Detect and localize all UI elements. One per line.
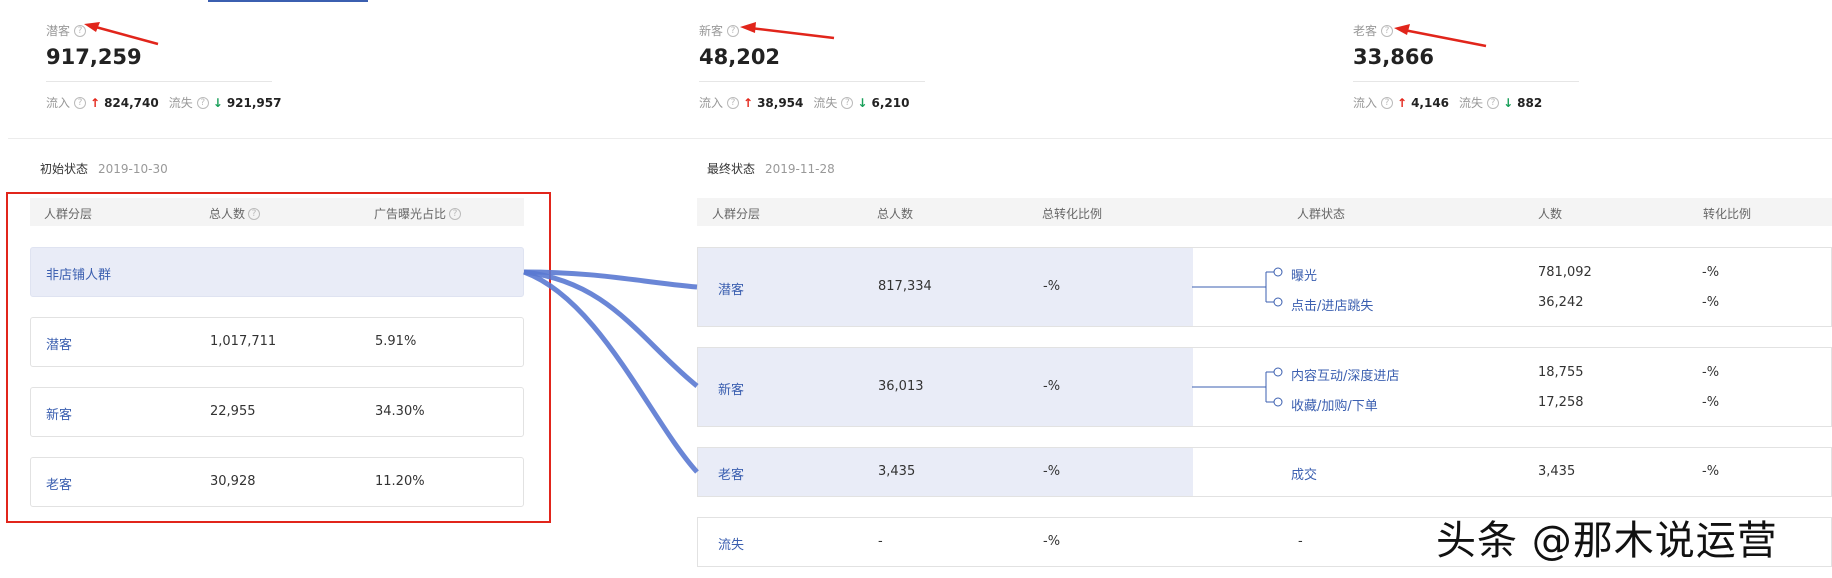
annotation-arrow <box>740 22 835 40</box>
watermark: 头条 @那木说运营 <box>1436 518 1778 564</box>
annotation-arrow <box>84 22 159 46</box>
annotation-arrows <box>84 22 1487 48</box>
annotation-arrow <box>1394 24 1487 48</box>
